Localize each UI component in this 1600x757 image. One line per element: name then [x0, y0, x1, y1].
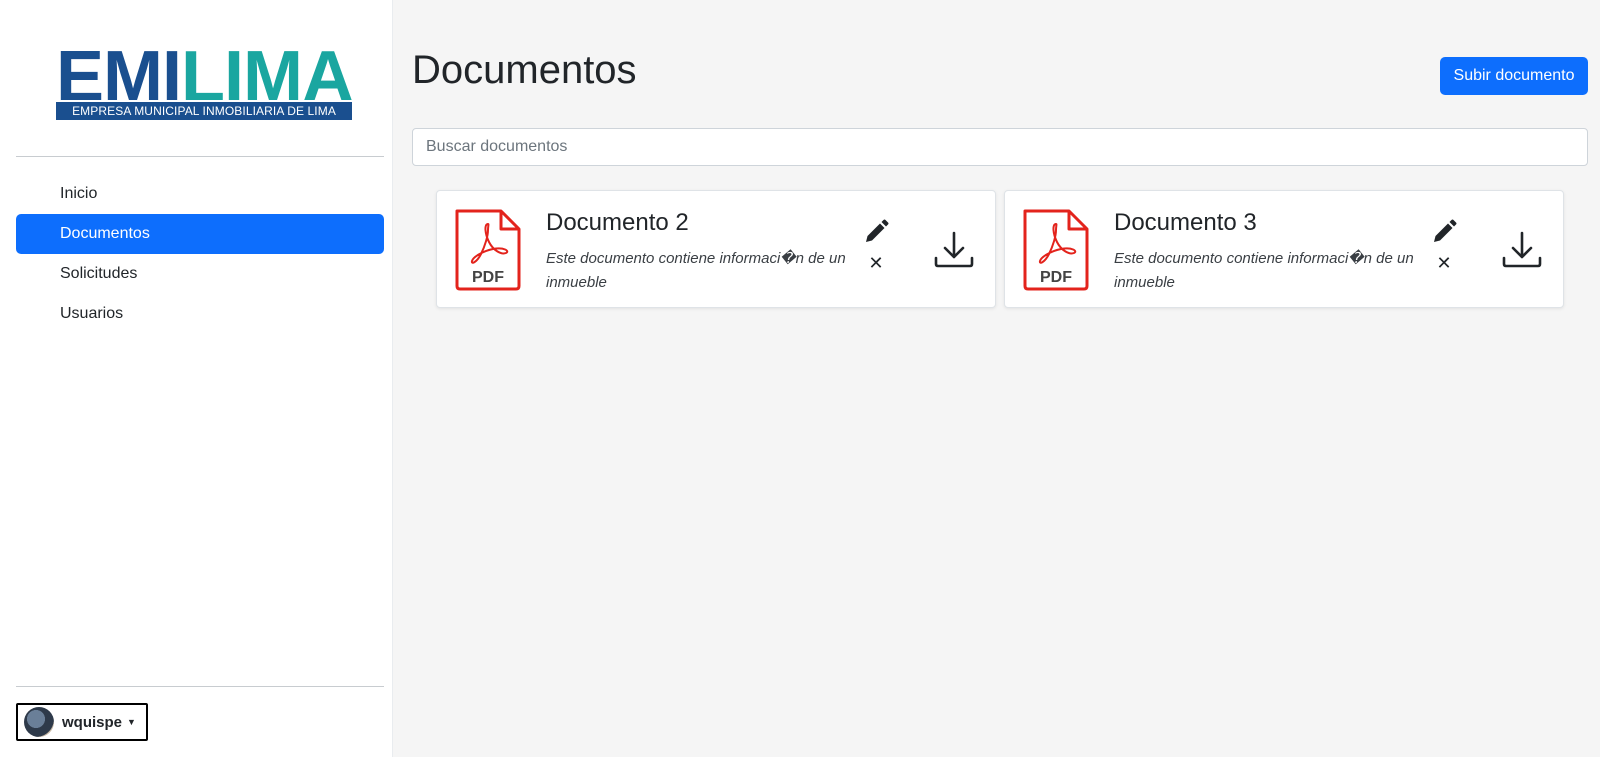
page-title: Documentos	[412, 48, 637, 92]
pdf-file-icon: PDF	[455, 209, 521, 291]
search-input[interactable]	[412, 128, 1588, 166]
pencil-icon[interactable]	[1430, 218, 1458, 246]
sidebar-divider-bottom	[16, 686, 384, 687]
chevron-down-icon: ▼	[127, 717, 136, 727]
document-description: Este documento contiene informaci�n de u…	[546, 250, 846, 291]
sidebar-divider-top	[16, 156, 384, 157]
logo-emi: EMI	[56, 44, 182, 100]
avatar	[24, 707, 54, 737]
pdf-icon-label: PDF	[1040, 269, 1072, 286]
document-card: PDF Documento 2 Este documento contiene …	[436, 190, 996, 308]
logo-lima: LIMA	[181, 44, 352, 100]
sidebar-item-solicitudes[interactable]: Solicitudes	[16, 254, 384, 294]
sidebar-item-usuarios[interactable]: Usuarios	[16, 294, 384, 334]
pdf-icon-label: PDF	[472, 269, 504, 286]
sidebar-item-documentos[interactable]: Documentos	[16, 214, 384, 254]
username: wquispe	[62, 713, 123, 731]
download-icon[interactable]	[933, 231, 975, 271]
document-card: PDF Documento 3 Este documento contiene …	[1004, 190, 1564, 308]
logo-wordmark: EMI LIMA	[56, 44, 352, 100]
logo-subtitle: EMPRESA MUNICIPAL INMOBILIARIA DE LIMA	[56, 102, 352, 120]
document-title: Documento 2	[546, 209, 689, 236]
emilima-logo[interactable]: EMI LIMA EMPRESA MUNICIPAL INMOBILIARIA D…	[56, 44, 352, 120]
download-icon[interactable]	[1501, 231, 1543, 271]
delete-close-icon[interactable]: ✕	[1435, 254, 1453, 272]
sidebar-item-inicio[interactable]: Inicio	[16, 174, 384, 214]
delete-close-icon[interactable]: ✕	[867, 254, 885, 272]
sidebar-nav: Inicio Documentos Solicitudes Usuarios	[16, 174, 384, 334]
upload-document-button[interactable]: Subir documento	[1440, 57, 1588, 95]
sidebar: EMI LIMA EMPRESA MUNICIPAL INMOBILIARIA D…	[0, 0, 393, 757]
document-description: Este documento contiene informaci�n de u…	[1114, 250, 1414, 291]
user-menu-button[interactable]: wquispe ▼	[16, 703, 148, 741]
pencil-icon[interactable]	[862, 218, 890, 246]
document-title: Documento 3	[1114, 209, 1257, 236]
pdf-file-icon: PDF	[1023, 209, 1089, 291]
